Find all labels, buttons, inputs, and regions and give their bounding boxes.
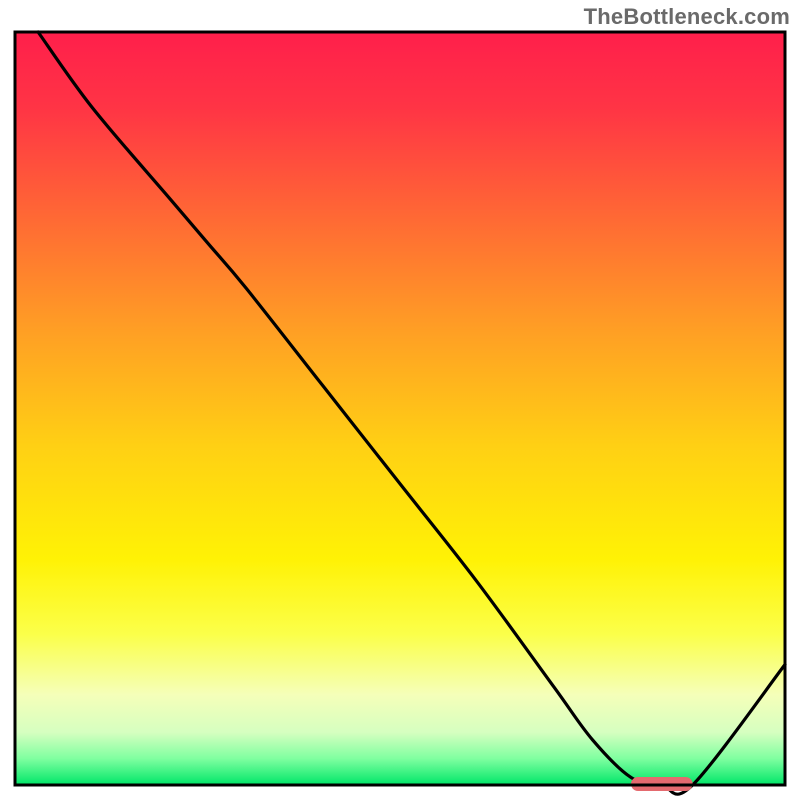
chart-heat-panel [15, 32, 785, 785]
bottleneck-chart [0, 0, 800, 800]
attribution-text: TheBottleneck.com [584, 4, 790, 30]
